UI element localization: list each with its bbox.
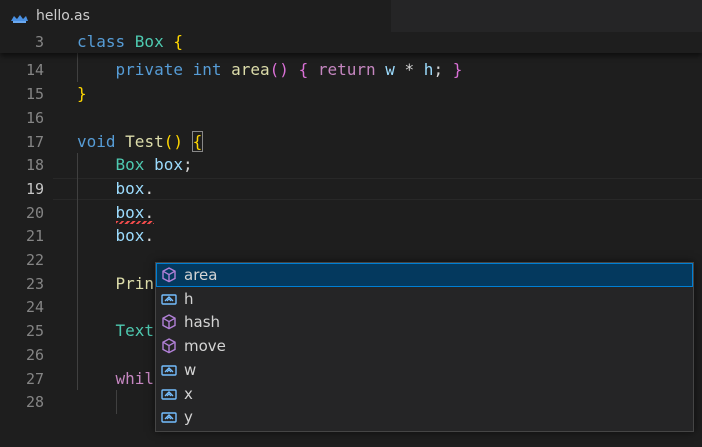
line-number: 16 <box>25 108 44 127</box>
code-text: Text <box>77 319 155 343</box>
code-token: () <box>269 60 299 80</box>
code-text: private int area() { return w * h; } <box>77 58 463 82</box>
field-icon <box>160 290 178 308</box>
code-token: box <box>154 155 183 175</box>
indent-guide <box>77 153 78 391</box>
code-token: () <box>163 131 193 151</box>
line-number: 15 <box>25 85 44 104</box>
code-text: class Box { <box>77 32 183 54</box>
suggestion-label: x <box>184 384 193 403</box>
code-text: Prin <box>77 272 155 296</box>
tab-label: hello.as <box>36 8 90 24</box>
code-token: { <box>173 32 183 51</box>
code-token: Text <box>77 321 155 341</box>
line-number: 25 <box>25 322 44 341</box>
suggestion-item[interactable]: hash <box>156 310 693 334</box>
tab-hello-as[interactable]: hello.as <box>0 0 391 32</box>
line-number: 21 <box>25 227 44 246</box>
field-icon <box>160 408 178 426</box>
suggestion-item[interactable]: area <box>156 263 693 287</box>
line-number: 26 <box>25 345 44 364</box>
code-token: . <box>144 226 155 246</box>
code-line[interactable]: 14 private int area() { return w * h; } <box>0 58 702 82</box>
code-text: box. <box>77 224 155 248</box>
angelscript-file-icon <box>10 10 29 23</box>
sticky-line[interactable]: 3 class Box { <box>0 32 702 54</box>
line-number: 20 <box>25 203 44 222</box>
line-number: 17 <box>25 132 44 151</box>
sticky-scroll-header[interactable]: 3 class Box { <box>0 32 702 53</box>
line-number: 3 <box>34 33 44 51</box>
suggestion-item[interactable]: h <box>156 287 693 311</box>
code-token: box <box>77 178 145 198</box>
line-number: 14 <box>25 61 44 80</box>
suggestion-item[interactable]: y <box>156 405 693 429</box>
code-line[interactable]: 17 void Test() { <box>0 130 702 154</box>
code-token: ; <box>433 60 453 80</box>
code-token: return <box>317 60 386 80</box>
suggestion-item[interactable]: move <box>156 334 693 358</box>
code-line[interactable]: 15} <box>0 82 702 106</box>
line-number: 22 <box>25 251 44 269</box>
code-text: box. <box>77 177 155 201</box>
method-cube-icon <box>160 266 178 284</box>
suggestion-label: move <box>184 337 226 356</box>
line-number: 23 <box>25 274 44 293</box>
field-icon <box>160 361 178 379</box>
code-line[interactable]: 16 <box>0 106 702 130</box>
code-token: Test <box>125 131 164 151</box>
line-number: 24 <box>25 298 44 317</box>
code-token: { <box>298 60 318 80</box>
code-editor[interactable]: 3class Box { 12 int hash() { return x + … <box>0 32 702 447</box>
code-text: void Test() { <box>77 130 204 154</box>
suggestion-label: y <box>184 408 193 427</box>
line-number: 27 <box>25 369 44 388</box>
suggestion-item[interactable]: w <box>156 358 693 382</box>
suggestion-item[interactable]: x <box>156 382 693 406</box>
code-token: } <box>77 84 87 104</box>
suggestion-label: h <box>184 289 194 308</box>
suggestion-label: hash <box>184 313 221 332</box>
code-token: Box <box>77 155 155 175</box>
code-token: ; <box>182 155 193 175</box>
code-token: } <box>452 60 463 80</box>
indent-guide <box>116 390 117 414</box>
code-line[interactable]: 18 Box box; <box>0 153 702 177</box>
code-token: Prin <box>77 273 155 293</box>
code-token: box <box>77 226 145 246</box>
suggestion-label: area <box>184 266 218 284</box>
tab-bar: hello.as <box>0 0 702 32</box>
code-token: area <box>231 60 270 80</box>
code-token: private <box>77 60 193 80</box>
method-cube-icon <box>160 337 178 355</box>
code-line[interactable]: 20 box. <box>0 201 702 225</box>
code-token: h <box>423 60 434 80</box>
suggestion-widget[interactable]: area h hash move w x y <box>155 262 694 432</box>
line-number: 28 <box>25 393 44 412</box>
code-token: . <box>144 178 155 198</box>
code-token: void <box>77 131 126 151</box>
code-line[interactable]: 21 box. <box>0 224 702 248</box>
code-token: * <box>404 60 424 80</box>
code-token: box <box>77 202 145 222</box>
code-token: . <box>144 202 155 222</box>
code-line[interactable]: 19 box. <box>0 177 702 201</box>
error-squiggle <box>116 220 154 224</box>
code-token: w <box>385 60 405 80</box>
field-icon <box>160 385 178 403</box>
code-token: int <box>192 60 232 80</box>
code-token: class <box>77 32 135 51</box>
line-number: 19 <box>25 179 44 198</box>
code-text: } <box>77 82 87 106</box>
method-cube-icon <box>160 313 178 331</box>
line-number: 18 <box>25 156 44 175</box>
code-token: Box <box>134 32 174 51</box>
code-text: Box box; <box>77 153 193 177</box>
suggestion-label: w <box>184 360 197 379</box>
code-token: { <box>191 130 204 152</box>
